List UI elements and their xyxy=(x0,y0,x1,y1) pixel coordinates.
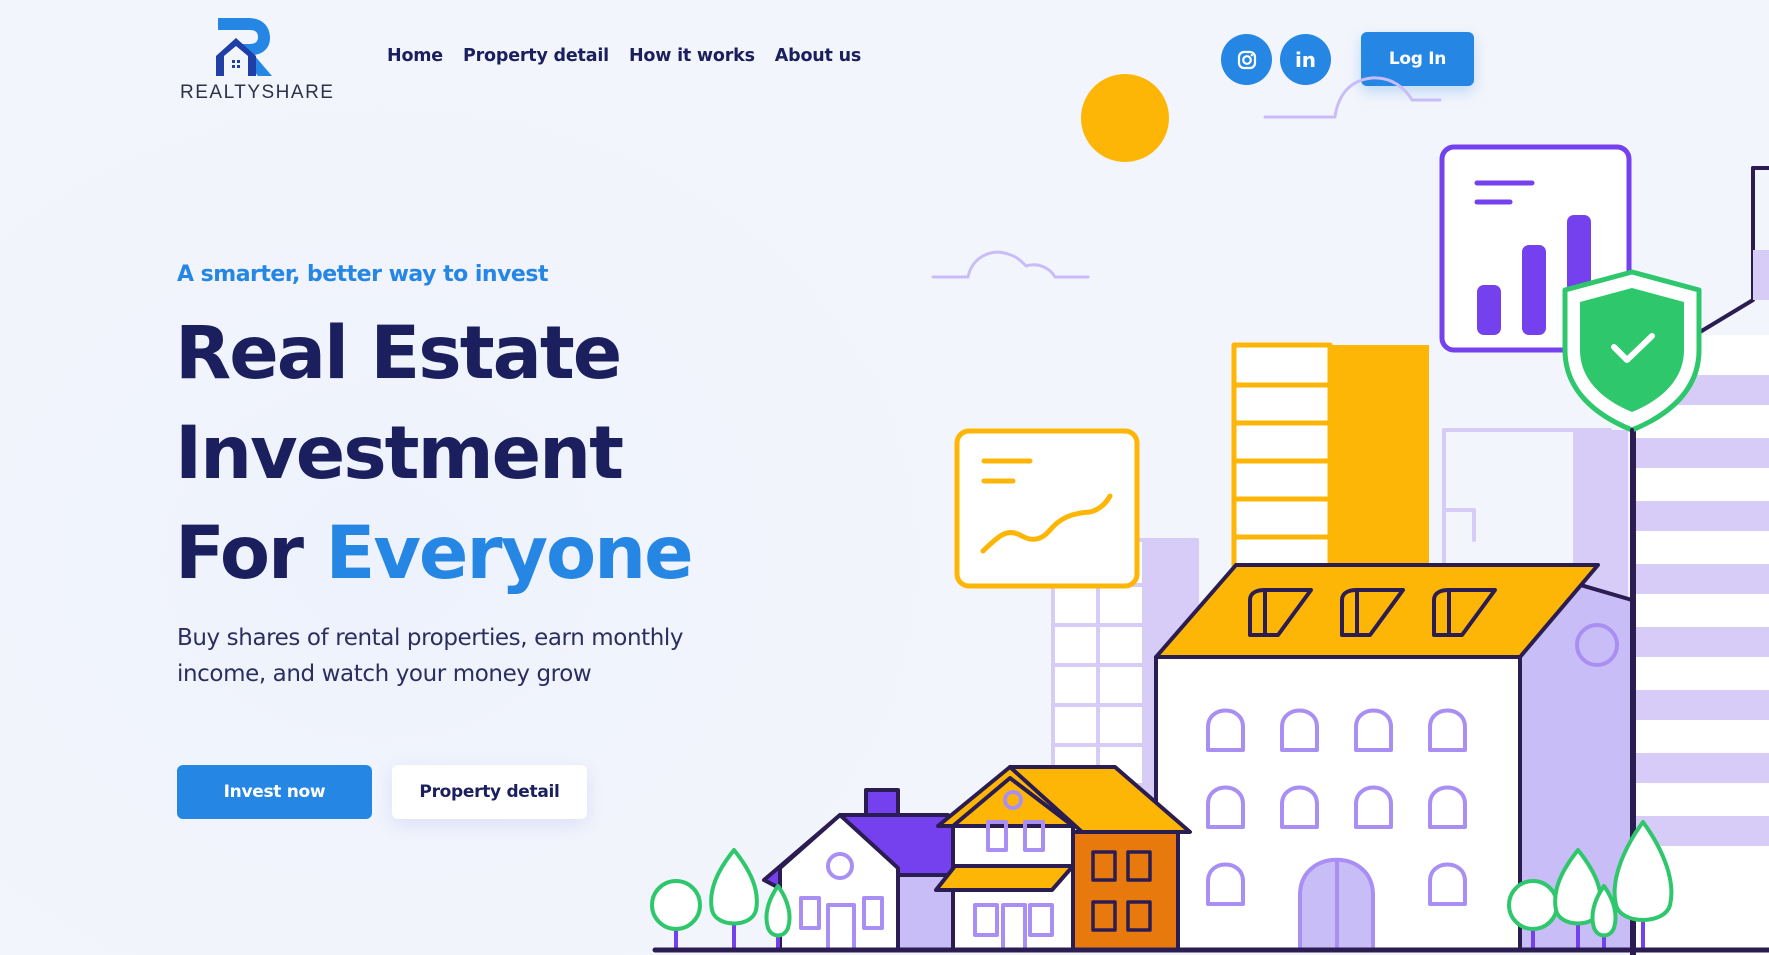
growth-chart-card xyxy=(954,428,1140,589)
brand-name: REALTYSHARE xyxy=(180,82,335,103)
headline-line-1: Real Estate xyxy=(175,311,622,396)
hero-subtext: Buy shares of rental properties, earn mo… xyxy=(177,625,684,687)
invest-now-button[interactable]: Invest now xyxy=(177,765,372,819)
cloud-top xyxy=(1263,76,1442,119)
headline-prefix: For xyxy=(175,511,326,596)
realtyshare-logo-icon xyxy=(216,18,272,76)
headline-line-3: For Everyone xyxy=(175,504,694,604)
city-illustration xyxy=(650,74,1769,955)
nav-home[interactable]: Home xyxy=(387,46,443,66)
cloud-mid xyxy=(931,250,1090,279)
headline-accent: Everyone xyxy=(325,511,693,596)
nav-property-detail[interactable]: Property detail xyxy=(463,46,609,66)
trees-left xyxy=(650,848,792,952)
property-detail-button[interactable]: Property detail xyxy=(392,765,587,819)
sun-icon xyxy=(1081,74,1169,162)
hero-headline: Real Estate Investment For Everyone xyxy=(175,304,694,604)
brand-logo[interactable]: REALTYSHARE xyxy=(178,16,335,106)
headline-line-2: Investment xyxy=(175,411,624,496)
hero-tagline: A smarter, better way to invest xyxy=(177,262,548,287)
